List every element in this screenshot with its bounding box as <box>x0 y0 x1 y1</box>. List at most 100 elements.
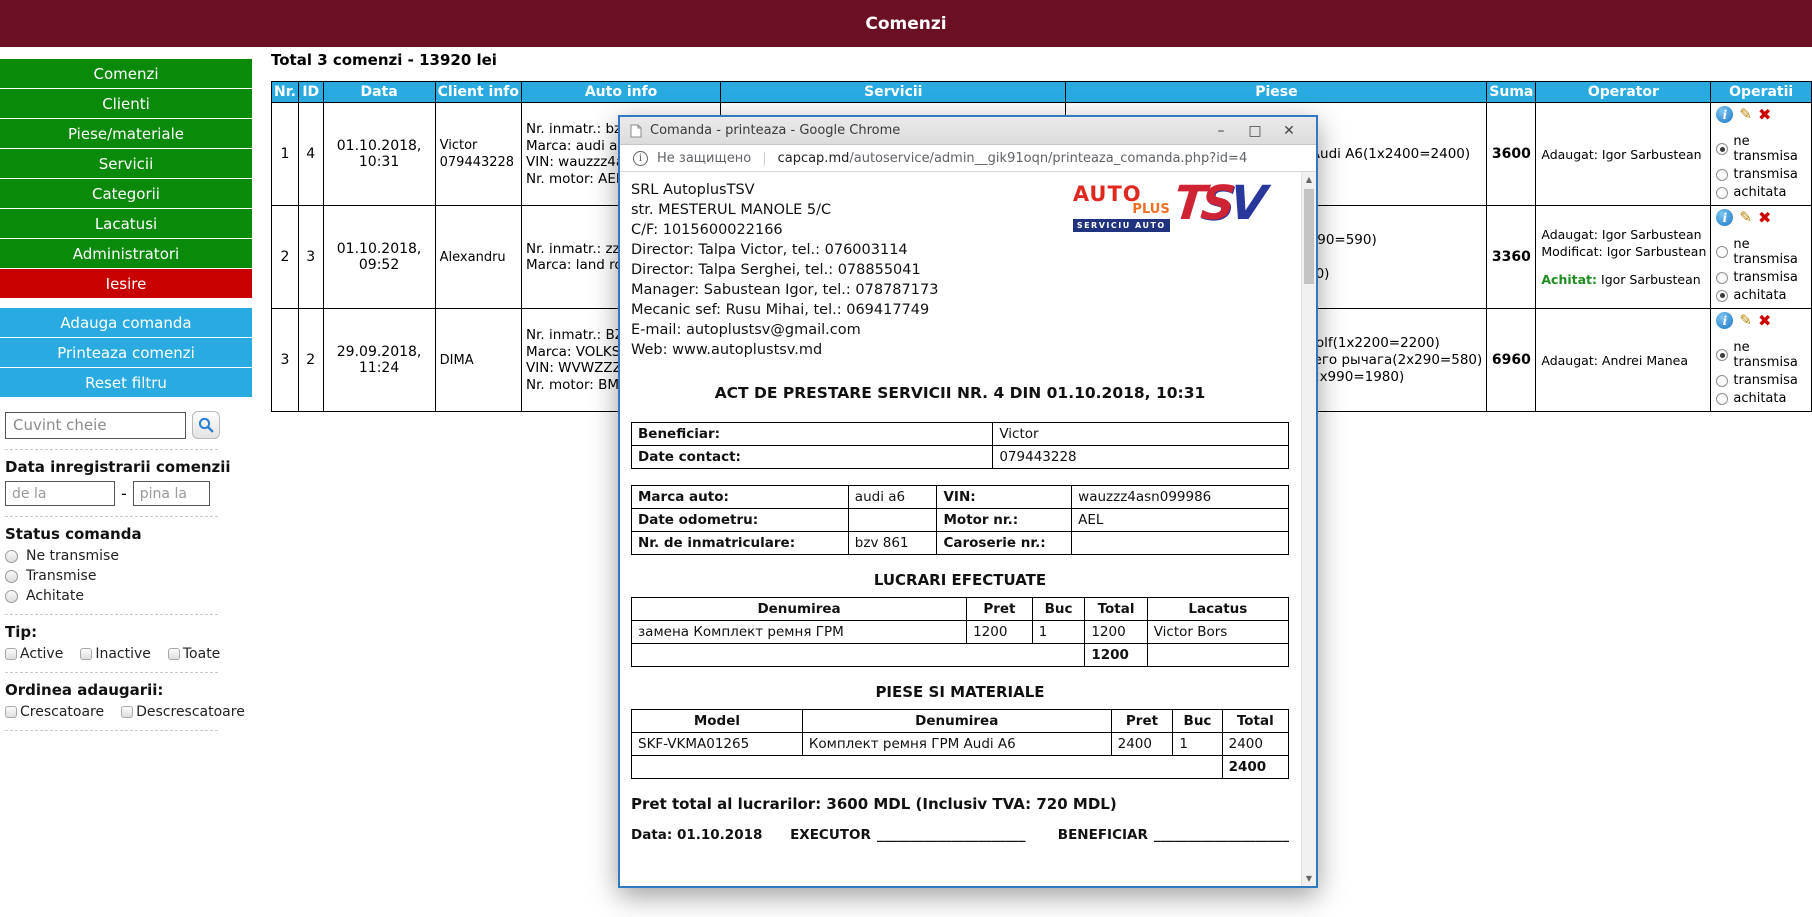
doc-col-model: Model <box>632 710 803 733</box>
cell-operatii: i ✎ ✖ ne transmisa transmisa achitata <box>1711 309 1812 412</box>
logo-letter: V <box>1227 176 1264 231</box>
info-icon[interactable]: i <box>633 151 648 166</box>
radio-achitata[interactable] <box>1716 187 1728 199</box>
status-radio-row: ne transmisa <box>1716 340 1807 370</box>
doc-cell: 1 <box>1173 733 1222 756</box>
popup-title-bar[interactable]: Comanda - printeaza - Google Chrome – □ … <box>620 117 1316 145</box>
checkbox-toate[interactable] <box>168 648 180 660</box>
checkbox-inactive[interactable] <box>80 648 92 660</box>
beneficiar-table: Beneficiar:VictorDate contact:079443228 <box>631 422 1289 469</box>
delete-icon[interactable]: ✖ <box>1758 107 1771 123</box>
date-to-input[interactable] <box>133 481 210 506</box>
date-separator: - <box>121 484 127 503</box>
type-filter-label: Tip: <box>5 623 246 641</box>
edit-icon[interactable]: ✎ <box>1739 107 1752 122</box>
close-button[interactable]: ✕ <box>1272 117 1306 145</box>
radio-ne-transmisa[interactable] <box>1716 246 1728 258</box>
status-option-row: Achitate <box>5 588 246 604</box>
radio-transmisa[interactable] <box>1716 272 1728 284</box>
checkbox-crescatoare[interactable] <box>5 706 17 718</box>
radio-transmisa[interactable] <box>1716 169 1728 181</box>
doc-total-row: 2400 <box>632 756 1289 779</box>
status-option-row: Ne transmise <box>5 548 246 564</box>
sidebar-item-iesire[interactable]: Iesire <box>0 269 252 298</box>
status-radio-label: achitata <box>1733 185 1786 200</box>
date-filter-row: - <box>5 481 246 506</box>
sidebar-item-administratori[interactable]: Administratori <box>0 239 252 268</box>
action-printeaza-comenzi[interactable]: Printeaza comenzi <box>0 338 252 367</box>
checkbox-active[interactable] <box>5 648 17 660</box>
beneficiar-value-cell: Victor <box>993 423 1289 446</box>
footer-executor-label: EXECUTOR <box>790 827 871 843</box>
info-icon[interactable]: i <box>1716 106 1733 123</box>
sidebar-item-clienti[interactable]: Clienti <box>0 89 252 118</box>
document-footer: Data: 01.10.2018 EXECUTOR ______________… <box>631 827 1289 843</box>
divider <box>5 614 218 615</box>
row-action-icons: i ✎ ✖ <box>1716 106 1807 123</box>
edit-icon[interactable]: ✎ <box>1739 210 1752 225</box>
url-path: /autoservice/admin__gik91oqn/printeaza_c… <box>849 151 1247 166</box>
action-reset-filtru[interactable]: Reset filtru <box>0 368 252 397</box>
radio-transmisa[interactable] <box>1716 375 1728 387</box>
checkbox-option: Inactive <box>80 646 151 662</box>
logo-left: AUTO PLUS SERVICIU AUTO <box>1073 184 1170 232</box>
edit-icon[interactable]: ✎ <box>1739 313 1752 328</box>
doc-cell: замена Комплект ремня ГРМ <box>632 621 967 644</box>
doc-col-total: Total <box>1222 710 1288 733</box>
operator-label: Adaugat: <box>1541 227 1598 242</box>
auto-label-cell: Motor nr.: <box>937 509 1072 532</box>
sidebar-item-comenzi[interactable]: Comenzi <box>0 59 252 88</box>
status-radio-row: achitata <box>1716 185 1807 200</box>
cell-nr: 1 <box>272 103 299 206</box>
status-radio-row: achitata <box>1716 288 1807 303</box>
divider <box>5 672 218 673</box>
delete-icon[interactable]: ✖ <box>1758 210 1771 226</box>
maximize-button[interactable]: □ <box>1238 117 1272 145</box>
operator-line: Achitat: Igor Sarbustean <box>1541 271 1706 288</box>
radio-transmise[interactable] <box>5 570 18 583</box>
doc-col-buc: Buc <box>1173 710 1222 733</box>
cell-data: 01.10.2018, 09:52 <box>323 206 435 309</box>
status-radio-row: transmisa <box>1716 270 1807 285</box>
radio-ne-transmisa[interactable] <box>1716 349 1728 361</box>
auto-value-cell: audi a6 <box>848 486 937 509</box>
operator-line: Adaugat: Andrei Manea <box>1541 352 1706 369</box>
popup-scrollbar[interactable]: ▲ ▼ <box>1301 172 1316 886</box>
date-from-input[interactable] <box>5 481 115 506</box>
minimize-button[interactable]: – <box>1204 117 1238 145</box>
search-input[interactable] <box>5 412 186 439</box>
auto-label-cell: Caroserie nr.: <box>937 532 1072 555</box>
scrollbar-thumb[interactable] <box>1304 189 1314 284</box>
security-label: Не защищено <box>657 151 751 166</box>
status-radio-row: transmisa <box>1716 373 1807 388</box>
radio-ne-transmise[interactable] <box>5 550 18 563</box>
sidebar-item-lacatusi[interactable]: Lacatusi <box>0 209 252 238</box>
radio-ne-transmisa[interactable] <box>1716 143 1728 155</box>
radio-achitate[interactable] <box>5 590 18 603</box>
info-icon[interactable]: i <box>1716 209 1733 226</box>
radio-achitata[interactable] <box>1716 393 1728 405</box>
address-separator: | <box>762 151 766 166</box>
delete-icon[interactable]: ✖ <box>1758 313 1771 329</box>
logo-tsv-mark: TSV <box>1172 184 1264 224</box>
company-line: Mecanic sef: Rusu Mihai, tel.: 069417749 <box>631 300 1289 320</box>
info-icon[interactable]: i <box>1716 312 1733 329</box>
column-header-data: Data <box>323 82 435 103</box>
beneficiar-label-cell: Date contact: <box>632 446 993 469</box>
sidebar-item-categorii[interactable]: Categorii <box>0 179 252 208</box>
radio-achitata[interactable] <box>1716 290 1728 302</box>
checkbox-descrescatoare[interactable] <box>121 706 133 718</box>
checkbox-option: Active <box>5 646 63 662</box>
sidebar-item-servicii[interactable]: Servicii <box>0 149 252 178</box>
auto-value-cell <box>848 509 937 532</box>
search-button[interactable] <box>192 411 220 439</box>
scroll-up-icon[interactable]: ▲ <box>1302 172 1316 187</box>
action-adauga-comanda[interactable]: Adauga comanda <box>0 308 252 337</box>
cell-operator: Adaugat: Andrei Manea <box>1536 309 1711 412</box>
status-radio-label: achitata <box>1733 391 1786 406</box>
doc-col-pret: Pret <box>967 598 1033 621</box>
scroll-down-icon[interactable]: ▼ <box>1302 871 1316 886</box>
piese-heading: PIESE SI MATERIALE <box>631 683 1289 701</box>
sidebar-item-piese-materiale[interactable]: Piese/materiale <box>0 119 252 148</box>
company-logo: AUTO PLUS SERVICIU AUTO TSV <box>1073 184 1261 232</box>
